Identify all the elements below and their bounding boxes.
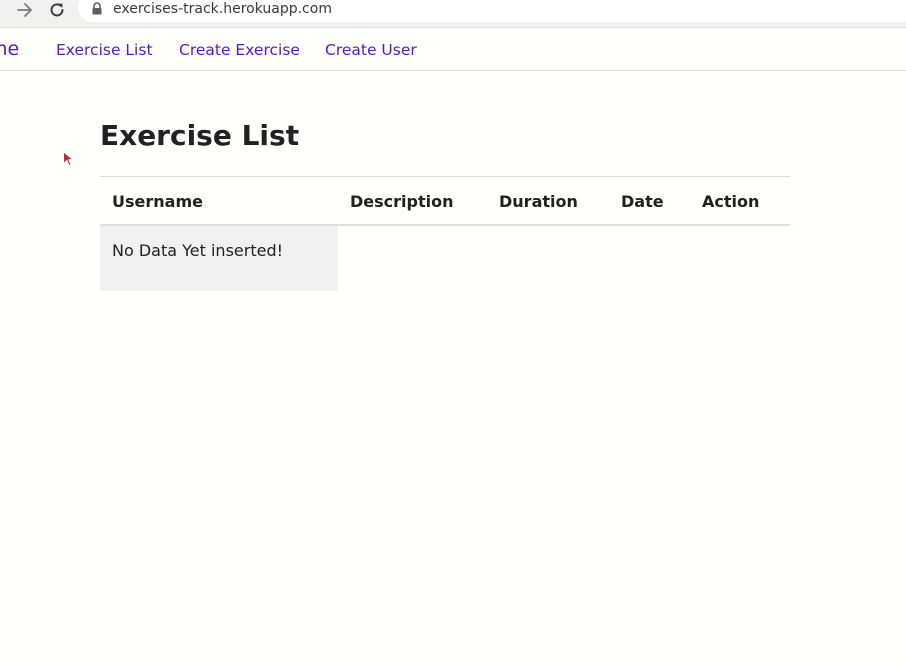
arrow-right-icon <box>17 3 32 17</box>
url-text: exercises-track.herokuapp.com <box>113 1 332 17</box>
navbar-brand[interactable]: me <box>0 38 19 60</box>
column-header-duration: Duration <box>499 192 578 211</box>
column-header-username: Username <box>112 192 203 211</box>
table-row: No Data Yet inserted! <box>100 226 338 291</box>
nav-link-exercise-list[interactable]: Exercise List <box>56 40 153 60</box>
column-header-action: Action <box>702 192 760 211</box>
app-navbar: me Exercise List Create Exercise Create … <box>0 28 906 71</box>
column-header-date: Date <box>621 192 664 211</box>
reload-icon <box>50 3 64 17</box>
forward-button[interactable] <box>14 0 36 20</box>
empty-table-message: No Data Yet inserted! <box>112 241 284 260</box>
nav-link-create-user[interactable]: Create User <box>325 40 417 60</box>
mouse-pointer-icon <box>63 151 75 167</box>
lock-icon <box>92 2 102 15</box>
reload-button[interactable] <box>46 0 68 20</box>
column-header-description: Description <box>350 192 454 211</box>
nav-link-create-exercise[interactable]: Create Exercise <box>179 40 300 60</box>
page-title: Exercise List <box>100 119 300 152</box>
browser-toolbar: exercises-track.herokuapp.com <box>0 0 906 28</box>
table-top-divider <box>100 176 790 177</box>
address-bar[interactable]: exercises-track.herokuapp.com <box>78 0 906 22</box>
